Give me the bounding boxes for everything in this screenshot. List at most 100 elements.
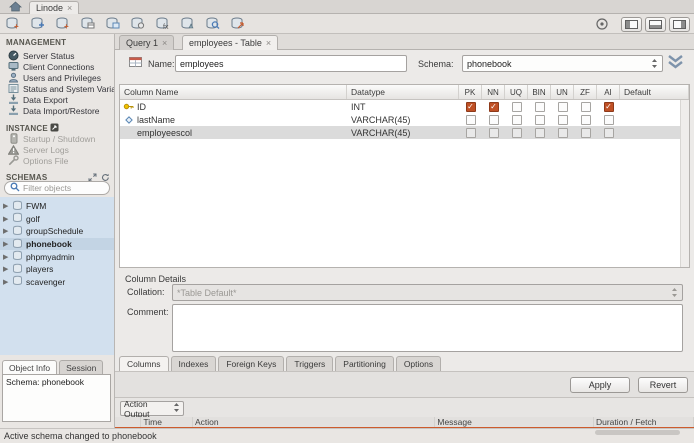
- bin-checkbox[interactable]: [534, 101, 545, 112]
- expand-arrow-icon[interactable]: ▶: [3, 278, 9, 286]
- create-function-button[interactable]: fx: [154, 16, 172, 32]
- grid-header-default[interactable]: Default: [620, 85, 689, 99]
- default-cell[interactable]: [620, 113, 689, 126]
- nn-checkbox[interactable]: ✓: [488, 101, 499, 112]
- grid-header-bin[interactable]: BIN: [528, 85, 551, 99]
- tab-session[interactable]: Session: [59, 360, 104, 374]
- schema-filter[interactable]: [4, 181, 110, 195]
- toggle-sidebar-panel-button[interactable]: [621, 16, 642, 32]
- revert-button[interactable]: Revert: [638, 377, 688, 393]
- tab-options[interactable]: Options: [395, 356, 442, 371]
- grid-header-column-name[interactable]: Column Name: [120, 85, 347, 99]
- sidebar-item-data-export[interactable]: Data Export: [8, 94, 114, 105]
- bin-checkbox[interactable]: [534, 127, 545, 138]
- sidebar-item-server-status[interactable]: Server Status: [8, 50, 114, 61]
- open-sql-script-button[interactable]: [29, 16, 47, 32]
- search-table-data-button[interactable]: [204, 16, 222, 32]
- expand-arrow-icon[interactable]: ▶: [3, 202, 9, 210]
- schema-item-players[interactable]: ▶ players: [0, 263, 114, 276]
- ai-checkbox[interactable]: [603, 127, 614, 138]
- table-name-input[interactable]: [175, 55, 407, 72]
- pk-checkbox[interactable]: [465, 114, 476, 125]
- uq-checkbox[interactable]: [511, 114, 522, 125]
- tab-object-info[interactable]: Object Info: [2, 360, 58, 374]
- column-name-cell[interactable]: ID: [120, 100, 347, 113]
- grid-vertical-scrollbar[interactable]: [680, 100, 689, 267]
- apply-button[interactable]: Apply: [570, 377, 630, 393]
- bin-checkbox[interactable]: [534, 114, 545, 125]
- editor-tab-query-1[interactable]: Query 1 ×: [119, 35, 175, 50]
- sidebar-item-server-logs[interactable]: Server Logs: [8, 144, 114, 155]
- zf-checkbox[interactable]: [580, 101, 591, 112]
- grid-header-zf[interactable]: ZF: [574, 85, 597, 99]
- schema-filter-input[interactable]: [23, 183, 104, 193]
- sidebar-item-options-file[interactable]: Options File: [8, 155, 114, 166]
- output-selector[interactable]: Action Output: [120, 399, 184, 419]
- nn-checkbox[interactable]: [488, 127, 499, 138]
- create-trigger-button[interactable]: [179, 16, 197, 32]
- grid-header-uq[interactable]: UQ: [505, 85, 528, 99]
- column-datatype-cell[interactable]: VARCHAR(45): [347, 126, 459, 139]
- stepper-icon[interactable]: [651, 58, 658, 69]
- un-checkbox[interactable]: [557, 114, 568, 125]
- uq-checkbox[interactable]: [511, 101, 522, 112]
- schema-select[interactable]: phonebook: [462, 55, 663, 72]
- home-tab[interactable]: [2, 1, 28, 14]
- create-schema-button[interactable]: +: [54, 16, 72, 32]
- sidebar-item-users-and-privileges[interactable]: Users and Privileges: [8, 72, 114, 83]
- pk-checkbox[interactable]: ✓: [465, 101, 476, 112]
- expand-arrow-icon[interactable]: ▶: [3, 265, 9, 273]
- expand-arrow-icon[interactable]: ▶: [3, 240, 9, 248]
- ai-checkbox[interactable]: [603, 114, 614, 125]
- reconnect-dbms-button[interactable]: [229, 16, 247, 32]
- tab-partitioning[interactable]: Partitioning: [335, 356, 394, 371]
- create-view-button[interactable]: [104, 16, 122, 32]
- horizontal-scrollbar[interactable]: [595, 430, 680, 435]
- un-checkbox[interactable]: [557, 101, 568, 112]
- output-header-icon[interactable]: [115, 417, 142, 427]
- tab-foreign-keys[interactable]: Foreign Keys: [218, 356, 285, 371]
- grid-header-un[interactable]: UN: [551, 85, 574, 99]
- default-cell[interactable]: [620, 126, 689, 139]
- tab-columns[interactable]: Columns: [119, 356, 169, 371]
- zf-checkbox[interactable]: [580, 127, 591, 138]
- schema-item-phpmyadmin[interactable]: ▶ phpmyadmin: [0, 250, 114, 263]
- expand-arrow-icon[interactable]: ▶: [3, 215, 9, 223]
- grid-header-ai[interactable]: AI: [597, 85, 620, 99]
- output-header-duration-fetch[interactable]: Duration / Fetch: [594, 417, 694, 427]
- schema-item-groupschedule[interactable]: ▶ groupSchedule: [0, 225, 114, 238]
- tab-indexes[interactable]: Indexes: [170, 356, 217, 371]
- sidebar-item-client-connections[interactable]: Client Connections: [8, 61, 114, 72]
- expand-arrow-icon[interactable]: ▶: [3, 227, 9, 235]
- close-tab-icon[interactable]: ×: [162, 38, 167, 48]
- collation-select[interactable]: *Table Default*: [172, 284, 683, 301]
- expand-editor-icon[interactable]: [666, 54, 685, 71]
- toggle-output-panel-button[interactable]: [645, 16, 666, 32]
- schema-item-scavenger[interactable]: ▶ scavenger: [0, 276, 114, 289]
- grid-header-datatype[interactable]: Datatype: [347, 85, 459, 99]
- un-checkbox[interactable]: [557, 127, 568, 138]
- column-datatype-cell[interactable]: VARCHAR(45): [347, 113, 459, 126]
- column-row-id[interactable]: ID INT ✓ ✓ ✓: [120, 100, 689, 113]
- default-cell[interactable]: [620, 100, 689, 113]
- column-datatype-cell[interactable]: INT: [347, 100, 459, 113]
- schema-item-fwm[interactable]: ▶ FWM: [0, 200, 114, 213]
- create-table-button[interactable]: [79, 16, 97, 32]
- expand-arrow-icon[interactable]: ▶: [3, 253, 9, 261]
- column-name-cell[interactable]: lastName: [120, 113, 347, 126]
- close-tab-icon[interactable]: ×: [67, 3, 72, 13]
- output-header-action[interactable]: Action: [193, 417, 436, 427]
- schema-item-golf[interactable]: ▶ golf: [0, 213, 114, 226]
- editor-tab-employees-table[interactable]: employees - Table ×: [182, 35, 279, 50]
- grid-header-nn[interactable]: NN: [482, 85, 505, 99]
- create-stored-procedure-button[interactable]: [129, 16, 147, 32]
- column-row-employeescol[interactable]: employeescol VARCHAR(45): [120, 126, 689, 139]
- pk-checkbox[interactable]: [465, 127, 476, 138]
- new-query-tab-button[interactable]: +: [4, 16, 22, 32]
- output-header-time[interactable]: Time: [141, 417, 193, 427]
- schema-item-phonebook[interactable]: ▶ phonebook: [0, 237, 114, 251]
- column-row-lastname[interactable]: lastName VARCHAR(45): [120, 113, 689, 126]
- comment-textarea[interactable]: [172, 304, 683, 352]
- tab-triggers[interactable]: Triggers: [286, 356, 334, 371]
- toggle-secondary-panel-button[interactable]: [669, 16, 690, 32]
